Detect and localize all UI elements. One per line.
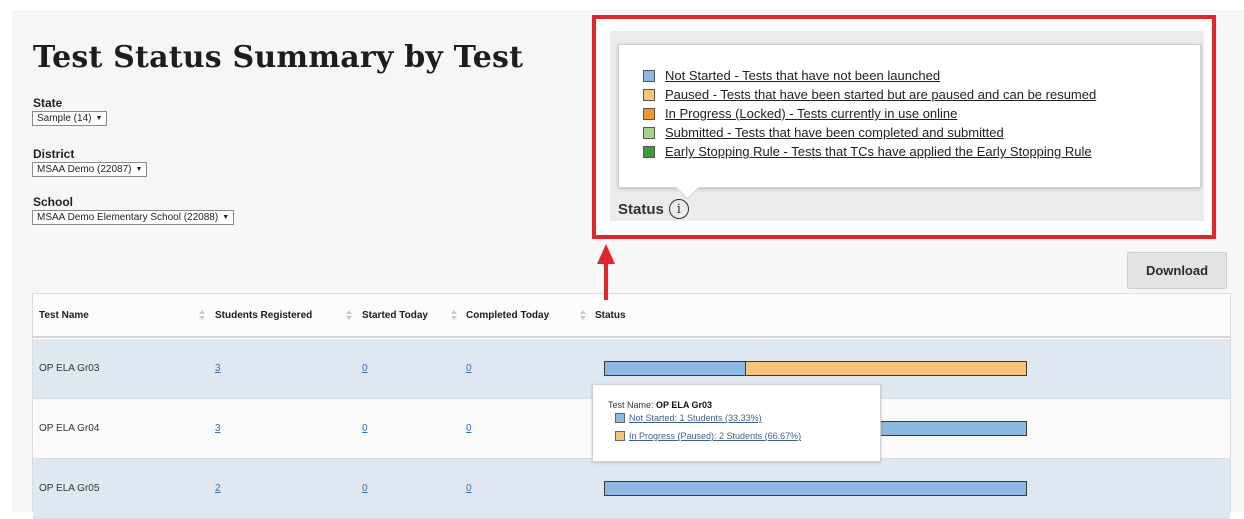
chevron-down-icon: ▼ [95, 115, 103, 122]
table-row: OP ELA Gr05 2 0 0 [33, 459, 1230, 519]
tooltip-item-in-progress-paused[interactable]: In Progress (Paused): 2 Students (66.67%… [615, 431, 801, 441]
column-header-started-today[interactable]: Started Today [362, 310, 428, 321]
school-label: School [33, 195, 74, 209]
page-title: Test Status Summary by Test [33, 40, 524, 75]
tooltip-title-prefix: Test Name: [608, 400, 657, 410]
students-registered-link[interactable]: 3 [215, 423, 221, 434]
status-tooltip: Test Name: OP ELA Gr03 Not Started: 1 St… [592, 384, 881, 462]
test-name-cell: OP ELA Gr05 [39, 483, 100, 494]
tooltip-item-label: In Progress (Paused): 2 Students (66.67%… [629, 431, 802, 441]
chevron-down-icon: ▼ [135, 166, 143, 173]
started-today-link[interactable]: 0 [362, 483, 368, 494]
color-swatch [615, 413, 625, 423]
state-label: State [33, 96, 63, 110]
sort-icon[interactable] [579, 309, 587, 321]
annotation-arrow-head [597, 244, 615, 264]
annotation-arrow-shaft [604, 262, 608, 300]
column-header-status[interactable]: Status [595, 310, 626, 321]
legend-item-label: Paused - Tests that have been started bu… [665, 87, 1097, 102]
legend-item-in-progress-locked[interactable]: In Progress (Locked) - Tests currently i… [643, 106, 957, 121]
test-name-cell: OP ELA Gr04 [39, 423, 100, 434]
completed-today-link[interactable]: 0 [466, 363, 472, 374]
sort-icon[interactable] [345, 309, 353, 321]
tooltip-title: Test Name: OP ELA Gr03 [608, 400, 712, 410]
color-swatch [615, 431, 625, 441]
legend-item-early-stopping[interactable]: Early Stopping Rule - Tests that TCs hav… [643, 144, 1092, 159]
completed-today-link[interactable]: 0 [466, 483, 472, 494]
status-heading: Status i [618, 199, 689, 219]
table-header: Test Name Students Registered Started To… [33, 294, 1230, 338]
state-select-value: Sample (14) [37, 113, 92, 124]
legend-item-label: In Progress (Locked) - Tests currently i… [665, 106, 958, 121]
color-swatch [643, 126, 655, 139]
status-bar[interactable] [604, 481, 1027, 496]
color-swatch [643, 145, 655, 158]
started-today-link[interactable]: 0 [362, 423, 368, 434]
sort-icon[interactable] [450, 309, 458, 321]
status-legend-popup: Not Started - Tests that have not been l… [618, 44, 1201, 188]
column-header-students-registered[interactable]: Students Registered [215, 310, 312, 321]
status-bar-segment[interactable] [605, 482, 1026, 495]
info-icon[interactable]: i [668, 199, 689, 219]
color-swatch [643, 107, 655, 120]
status-heading-label: Status [618, 200, 664, 218]
legend-item-label: Submitted - Tests that have been complet… [665, 125, 1004, 140]
district-select-value: MSAA Demo (22087) [37, 164, 132, 175]
status-bar-segment[interactable] [745, 362, 1026, 375]
district-label: District [33, 147, 75, 161]
school-select[interactable]: MSAA Demo Elementary School (22088) ▼ [32, 210, 235, 225]
color-swatch [643, 69, 655, 82]
chevron-down-icon: ▼ [222, 214, 230, 221]
column-header-test-name[interactable]: Test Name [39, 310, 89, 321]
students-registered-link[interactable]: 3 [215, 363, 221, 374]
test-name-cell: OP ELA Gr03 [39, 363, 100, 374]
tooltip-item-not-started[interactable]: Not Started: 1 Students (33.33%) [615, 413, 762, 423]
started-today-link[interactable]: 0 [362, 363, 368, 374]
students-registered-link[interactable]: 2 [215, 483, 221, 494]
status-bar[interactable] [604, 361, 1027, 376]
legend-item-not-started[interactable]: Not Started - Tests that have not been l… [643, 68, 940, 83]
column-header-completed-today[interactable]: Completed Today [466, 310, 549, 321]
legend-item-paused[interactable]: Paused - Tests that have been started bu… [643, 87, 1096, 102]
state-select[interactable]: Sample (14) ▼ [32, 111, 108, 126]
status-legend-panel: Not Started - Tests that have not been l… [610, 31, 1204, 221]
legend-item-label: Early Stopping Rule - Tests that TCs hav… [665, 144, 1092, 159]
legend-item-submitted[interactable]: Submitted - Tests that have been complet… [643, 125, 1004, 140]
download-button[interactable]: Download [1127, 252, 1227, 289]
tooltip-test-name: OP ELA Gr03 [656, 400, 713, 410]
tooltip-item-label: Not Started: 1 Students (33.33%) [629, 413, 762, 423]
sort-icon[interactable] [198, 309, 206, 321]
completed-today-link[interactable]: 0 [466, 423, 472, 434]
legend-callout-highlight: Not Started - Tests that have not been l… [592, 15, 1216, 239]
district-select[interactable]: MSAA Demo (22087) ▼ [32, 162, 148, 177]
school-select-value: MSAA Demo Elementary School (22088) [37, 212, 219, 223]
legend-item-label: Not Started - Tests that have not been l… [665, 68, 941, 83]
status-bar-segment[interactable] [605, 362, 746, 375]
color-swatch [643, 88, 655, 101]
